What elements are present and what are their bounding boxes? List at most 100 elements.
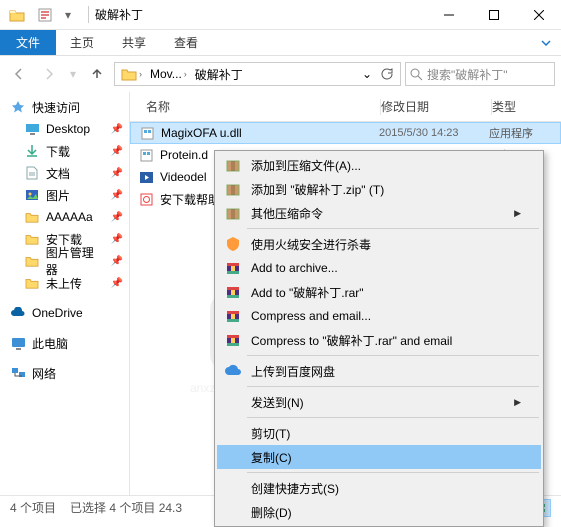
file-type: 应用程序 xyxy=(489,125,533,141)
pin-icon: 📌 xyxy=(111,168,123,179)
sidebar-item[interactable]: 图片📌 xyxy=(0,184,129,206)
pc-icon xyxy=(10,335,26,351)
file-row[interactable]: MagixOFA u.dll2015/5/30 14:23应用程序 xyxy=(130,122,561,144)
menu-icon xyxy=(221,203,245,223)
submenu-arrow-icon: ▶ xyxy=(514,397,521,408)
pin-icon: 📌 xyxy=(111,234,123,245)
sidebar-item-label: 下载 xyxy=(46,143,70,160)
menu-label: 复制(C) xyxy=(251,449,521,466)
menu-label: Add to archive... xyxy=(251,261,521,275)
sidebar-item[interactable]: Desktop📌 xyxy=(0,118,129,140)
menu-icon xyxy=(221,306,245,326)
menu-label: 删除(D) xyxy=(251,504,521,521)
menu-icon xyxy=(221,423,245,443)
pin-icon: 📌 xyxy=(111,190,123,201)
status-count: 4 个项目 xyxy=(10,499,56,516)
sidebar-item[interactable]: 未上传📌 xyxy=(0,272,129,294)
ribbon: 文件 主页 共享 查看 xyxy=(0,30,561,56)
folder-icon xyxy=(24,121,40,137)
pin-icon: 📌 xyxy=(111,256,123,267)
menu-icon xyxy=(221,234,245,254)
folder-icon xyxy=(24,253,40,269)
path-segment[interactable]: 破解补丁 xyxy=(191,63,247,85)
file-name: Videodel xyxy=(160,170,207,184)
path-folder-icon: › xyxy=(117,63,146,85)
sidebar-thispc[interactable]: 此电脑 xyxy=(0,332,129,354)
sidebar-item[interactable]: 文档📌 xyxy=(0,162,129,184)
menu-label: 剪切(T) xyxy=(251,425,521,442)
refresh-button[interactable] xyxy=(376,67,398,81)
sidebar-onedrive[interactable]: OneDrive xyxy=(0,302,129,324)
sidebar-quick-access[interactable]: 快速访问 xyxy=(0,96,129,118)
column-date[interactable]: 修改日期 xyxy=(381,98,491,115)
navigation-pane: 快速访问 Desktop📌下载📌文档📌图片📌AAAAAa📌安下载📌图片管理器📌未… xyxy=(0,92,130,495)
context-menu: 添加到压缩文件(A)...添加到 "破解补丁.zip" (T)其他压缩命令▶使用… xyxy=(214,150,544,527)
minimize-button[interactable] xyxy=(426,0,471,30)
menu-separator xyxy=(247,228,539,229)
context-menu-item[interactable]: 上传到百度网盘 xyxy=(217,359,541,383)
context-menu-item[interactable]: 创建快捷方式(S) xyxy=(217,476,541,500)
menu-separator xyxy=(247,472,539,473)
sidebar-network[interactable]: 网络 xyxy=(0,362,129,384)
menu-separator xyxy=(247,417,539,418)
addressbar: ▾ › Mov... › 破解补丁 ⌄ 搜索"破解补丁" xyxy=(0,56,561,92)
ribbon-file-tab[interactable]: 文件 xyxy=(0,30,56,55)
submenu-arrow-icon: ▶ xyxy=(514,208,521,219)
sidebar-item[interactable]: 图片管理器📌 xyxy=(0,250,129,272)
menu-icon xyxy=(221,282,245,302)
titlebar: ▾ 破解补丁 xyxy=(0,0,561,30)
qat-properties[interactable] xyxy=(34,4,56,26)
file-icon xyxy=(138,147,154,163)
context-menu-item[interactable]: Add to archive... xyxy=(217,256,541,280)
folder-icon xyxy=(24,165,40,181)
nav-up-button[interactable] xyxy=(84,61,110,87)
context-menu-item[interactable]: 复制(C) xyxy=(217,445,541,469)
sidebar-item[interactable]: AAAAAa📌 xyxy=(0,206,129,228)
folder-icon xyxy=(24,209,40,225)
file-name: Protein.d xyxy=(160,148,208,162)
menu-label: 其他压缩命令 xyxy=(251,205,514,222)
network-icon xyxy=(10,365,26,381)
close-button[interactable] xyxy=(516,0,561,30)
file-icon xyxy=(138,191,154,207)
menu-label: 发送到(N) xyxy=(251,394,514,411)
ribbon-expand-button[interactable] xyxy=(531,30,561,55)
address-path[interactable]: › Mov... › 破解补丁 ⌄ xyxy=(114,62,401,86)
menu-label: 添加到 "破解补丁.zip" (T) xyxy=(251,181,521,198)
ribbon-tab-share[interactable]: 共享 xyxy=(108,30,160,55)
search-input[interactable]: 搜索"破解补丁" xyxy=(405,62,555,86)
menu-separator xyxy=(247,386,539,387)
menu-label: 创建快捷方式(S) xyxy=(251,480,521,497)
path-segment[interactable]: Mov... › xyxy=(146,63,191,85)
context-menu-item[interactable]: 添加到 "破解补丁.zip" (T) xyxy=(217,177,541,201)
ribbon-tab-view[interactable]: 查看 xyxy=(160,30,212,55)
file-icon xyxy=(138,169,154,185)
menu-icon xyxy=(221,392,245,412)
folder-icon xyxy=(24,275,40,291)
context-menu-item[interactable]: 添加到压缩文件(A)... xyxy=(217,153,541,177)
context-menu-item[interactable]: Compress to "破解补丁.rar" and email xyxy=(217,328,541,352)
context-menu-item[interactable]: 发送到(N)▶ xyxy=(217,390,541,414)
window-title: 破解补丁 xyxy=(88,6,143,23)
maximize-button[interactable] xyxy=(471,0,516,30)
menu-icon xyxy=(221,155,245,175)
pin-icon: 📌 xyxy=(111,278,123,289)
nav-recent-button[interactable]: ▾ xyxy=(66,61,80,87)
context-menu-item[interactable]: 删除(D) xyxy=(217,500,541,524)
context-menu-item[interactable]: 使用火绒安全进行杀毒 xyxy=(217,232,541,256)
context-menu-item[interactable]: Add to "破解补丁.rar" xyxy=(217,280,541,304)
pin-icon: 📌 xyxy=(111,146,123,157)
path-dropdown[interactable]: ⌄ xyxy=(358,63,376,85)
sidebar-item[interactable]: 下载 📌 xyxy=(0,140,129,162)
ribbon-tab-home[interactable]: 主页 xyxy=(56,30,108,55)
nav-forward-button[interactable] xyxy=(36,61,62,87)
context-menu-item[interactable]: Compress and email... xyxy=(217,304,541,328)
context-menu-item[interactable]: 剪切(T) xyxy=(217,421,541,445)
nav-back-button[interactable] xyxy=(6,61,32,87)
context-menu-item[interactable]: 其他压缩命令▶ xyxy=(217,201,541,225)
column-name[interactable]: 名称 xyxy=(130,98,380,115)
menu-icon xyxy=(221,361,245,381)
pin-icon: 📌 xyxy=(111,124,123,135)
qat-dropdown[interactable]: ▾ xyxy=(62,4,74,26)
column-type[interactable]: 类型 xyxy=(492,98,561,115)
